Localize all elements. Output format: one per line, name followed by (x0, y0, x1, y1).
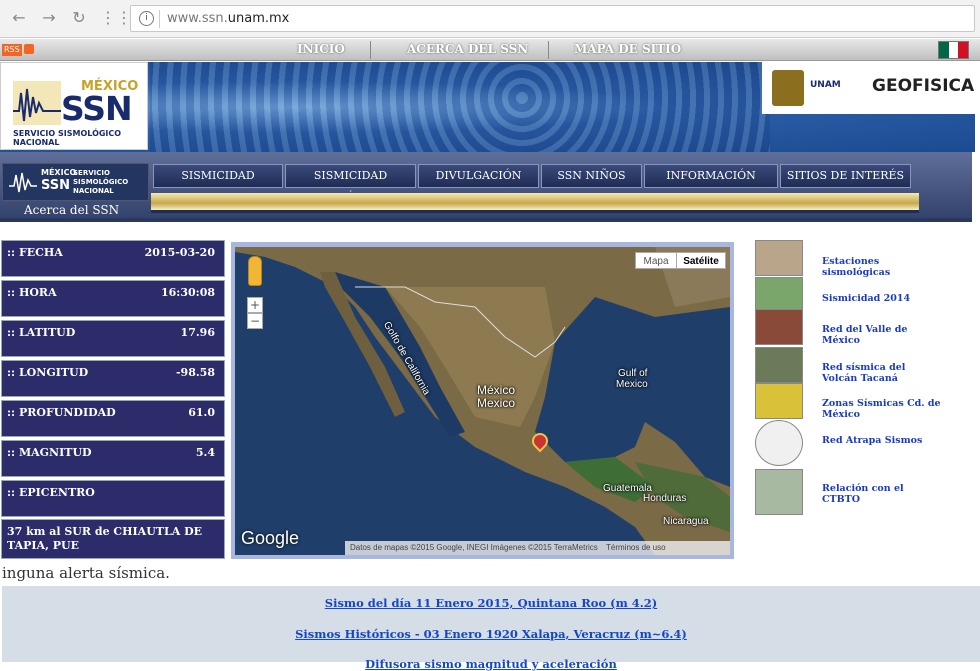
map-label-mexico: México (477, 383, 516, 397)
rss-badge[interactable]: RSS (2, 44, 22, 56)
alert-status: inguna alerta sísmica. (2, 564, 170, 582)
nav-sitios-interes[interactable]: SITIOS DE INTERÉS (780, 164, 911, 188)
nav-sismicidad-historica[interactable]: SISMICIDAD HISTÓRICA (285, 164, 416, 204)
sidebar-link-label[interactable]: Red del Valle de México (822, 324, 912, 346)
browser-toolbar: ← → ↻ ⋮⋮ i www.ssn.unam.mx (0, 0, 980, 38)
map-label-nicaragua: Nicaragua (663, 516, 709, 527)
top-link-divider (370, 41, 371, 59)
url-text[interactable]: www.ssn.unam.mx (167, 11, 289, 26)
info-value: 17.96 (180, 326, 215, 339)
map-label-mexico-en: Mexico (477, 396, 516, 410)
sidebar-link-label[interactable]: Red sísmica del Volcán Tacaná (822, 362, 942, 384)
info-label: :: EPICENTRO (7, 486, 95, 499)
unam-crest-icon[interactable] (772, 70, 804, 106)
epicentro-text: 37 km al SUR de CHIAUTLA DE TAPIA, PUE (1, 519, 225, 559)
pegman-icon[interactable] (248, 256, 262, 286)
info-value: 5.4 (195, 446, 215, 459)
nav-logo-name: SERVICIO SISMOLÓGICO NACIONAL (73, 169, 129, 195)
nav-ssn-ninos[interactable]: SSN NIÑOS (541, 164, 642, 188)
map-attribution: Datos de mapas ©2015 Google, INEGI Imáge… (345, 541, 730, 555)
logo-ssn-text: SSN (61, 89, 133, 128)
flag-stripe (948, 42, 959, 58)
info-label: :: LONGITUD (7, 366, 89, 379)
unam-label[interactable]: UNAM (810, 80, 841, 90)
nav-sismicidad-reciente[interactable]: SISMICIDAD RECIENTE (153, 164, 283, 204)
news-link[interactable]: Difusora sismo magnitud y aceleración (2, 657, 980, 671)
quake-map[interactable]: Mapa Satélite + − Golfo de California Mé… (235, 247, 730, 555)
news-link[interactable]: Sismo del día 11 Enero 2015, Quintana Ro… (2, 596, 980, 610)
top-link-mapa[interactable]: MAPA DE SITIO (574, 42, 681, 56)
nav-informacion-general[interactable]: INFORMACIÓN GENERAL (644, 164, 778, 204)
quake-info-latitud: :: LATITUD 17.96 (1, 320, 225, 357)
thumbnail-image[interactable] (755, 420, 803, 466)
reload-icon[interactable]: ↻ (68, 8, 90, 28)
sidebar-link-label[interactable]: Estaciones sismológicas (822, 256, 912, 278)
thumbnail-image[interactable] (755, 383, 803, 419)
info-label: :: PROFUNDIDAD (7, 406, 116, 419)
map-label-gulf-of: Gulf of (618, 368, 648, 379)
quake-info-hora: :: HORA 16:30:08 (1, 280, 225, 317)
nav-bottom-rule (0, 218, 972, 222)
rss-icon[interactable] (24, 44, 34, 54)
quake-info-magnitud: :: MAGNITUD 5.4 (1, 440, 225, 477)
info-value: 16:30:08 (160, 286, 215, 299)
geofisica-logo[interactable]: GEOFISICA (872, 76, 974, 96)
logo-subtitle: SERVICIO SISMOLÓGICO NACIONAL (13, 129, 122, 147)
top-link-divider (548, 41, 549, 59)
sidebar-link-label[interactable]: Zonas Sísmicas Cd. de México (822, 398, 942, 420)
address-bar[interactable]: i www.ssn.unam.mx (130, 5, 975, 32)
sidebar-link-label[interactable]: Relación con el CTBTO (822, 483, 912, 505)
apps-grid-icon[interactable]: ⋮⋮ (100, 8, 132, 28)
info-value: -98.58 (175, 366, 215, 379)
thumbnail-image[interactable] (755, 240, 803, 276)
seismogram-icon (9, 172, 37, 193)
seismogram-icon (13, 81, 61, 125)
terms-link[interactable]: Términos de uso (606, 543, 666, 552)
google-logo[interactable]: Google (241, 528, 299, 549)
arrow-left-icon[interactable]: ← (8, 8, 30, 28)
nav-ssn-logo[interactable]: MÉXICO SSN SERVICIO SISMOLÓGICO NACIONAL (2, 163, 149, 201)
attribution-text: Datos de mapas ©2015 Google, INEGI Imáge… (350, 543, 598, 552)
ssn-logo[interactable]: MÉXICO SSN SERVICIO SISMOLÓGICO NACIONAL (0, 62, 148, 150)
top-link-inicio[interactable]: INICIO (297, 42, 345, 56)
news-panel: Sismo del día 11 Enero 2015, Quintana Ro… (2, 586, 980, 671)
thumbnail-image[interactable] (755, 277, 803, 313)
zoom-out-button[interactable]: − (247, 313, 263, 329)
info-label: :: FECHA (7, 246, 63, 259)
mexico-flag-icon[interactable] (938, 41, 969, 59)
map-label-honduras: Honduras (643, 493, 687, 504)
sidebar-link-label[interactable]: Red Atrapa Sismos (822, 435, 942, 446)
nav-submenu-bar (151, 193, 919, 213)
top-link-bar: RSS INICIO ACERCA DEL SSN MAPA DE SITIO (0, 39, 980, 61)
info-value: 2015-03-20 (144, 246, 215, 259)
info-label: :: LATITUD (7, 326, 76, 339)
quake-info-fecha: :: FECHA 2015-03-20 (1, 240, 225, 277)
quake-info-profundidad: :: PROFUNDIDAD 61.0 (1, 400, 225, 437)
map-label-gulf-mexico: Mexico (616, 379, 648, 390)
thumbnail-image[interactable] (755, 469, 803, 515)
arrow-right-icon[interactable]: → (38, 8, 60, 28)
info-label: :: HORA (7, 286, 57, 299)
breadcrumb: Acerca del SSN (24, 203, 120, 217)
thumbnail-image[interactable] (755, 309, 803, 345)
map-type-satellite[interactable]: Satélite (676, 252, 726, 269)
news-link[interactable]: Sismos Históricos - 03 Enero 1920 Xalapa… (2, 627, 980, 641)
flag-stripe (958, 42, 969, 58)
partner-logos: UNAM GEOFISICA (762, 62, 975, 114)
omnibox-divider (159, 10, 160, 28)
quake-info-epicentro: :: EPICENTRO (1, 480, 225, 517)
thumbnail-image[interactable] (755, 347, 803, 383)
page-info-icon[interactable]: i (139, 11, 154, 26)
top-link-acerca[interactable]: ACERCA DEL SSN (407, 42, 528, 56)
sidebar-link-label[interactable]: Sismicidad 2014 (822, 293, 932, 304)
zoom-in-button[interactable]: + (247, 297, 263, 313)
flag-stripe (939, 42, 949, 58)
info-value: 61.0 (188, 406, 215, 419)
nav-logo-mexico: MÉXICO (41, 168, 77, 177)
info-label: :: MAGNITUD (7, 446, 92, 459)
nav-logo-ssn: SSN (41, 178, 71, 193)
nav-divulgacion[interactable]: DIVULGACIÓN (418, 164, 539, 188)
map-type-mapa[interactable]: Mapa (635, 252, 677, 269)
quake-info-longitud: :: LONGITUD -98.58 (1, 360, 225, 397)
